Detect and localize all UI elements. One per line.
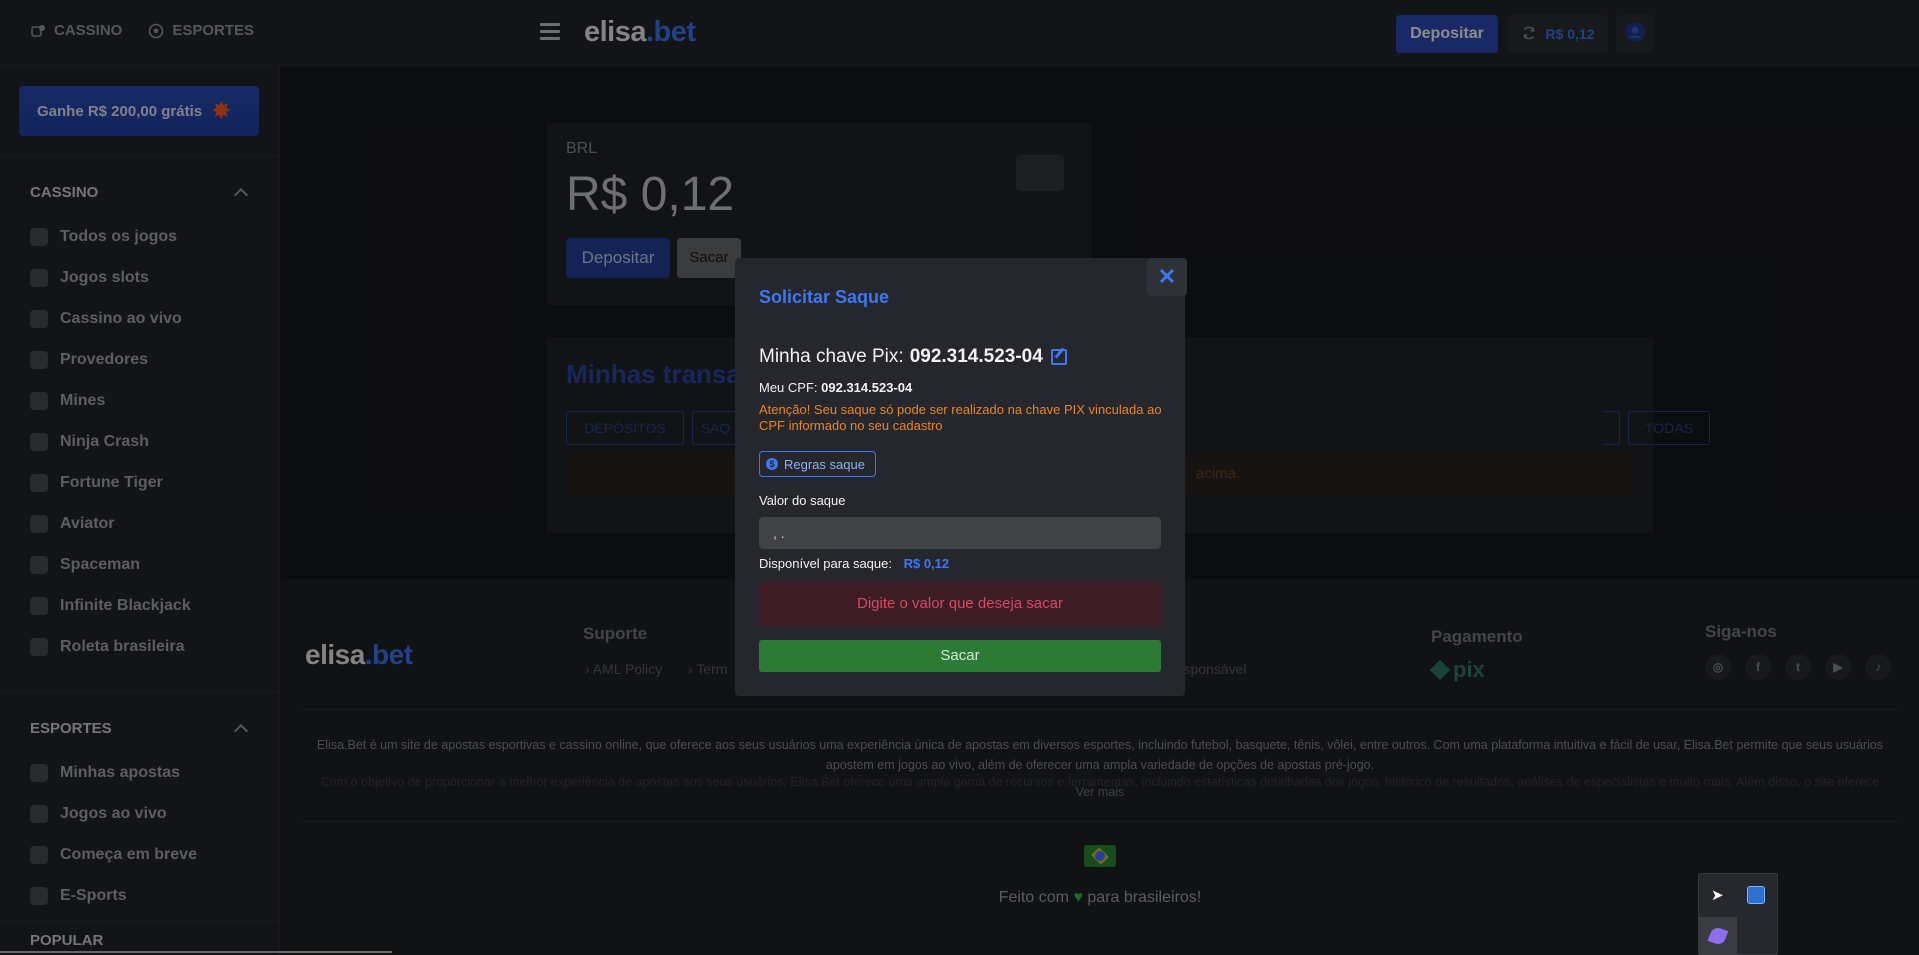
pix-key-label: Minha chave Pix:	[759, 346, 904, 367]
pix-warning: Atenção! Seu saque só pode ser realizado…	[759, 402, 1162, 433]
cpf-row: Meu CPF: 092.314.523-04	[759, 380, 912, 395]
available-value: R$ 0,12	[903, 556, 950, 571]
withdraw-rules-button[interactable]: $ Regras saque	[759, 451, 876, 477]
amount-error: Digite o valor que deseja sacar	[759, 582, 1161, 626]
modal-title: Solicitar Saque	[759, 287, 890, 307]
withdraw-rules-label: Regras saque	[784, 456, 865, 472]
cpf-label: Meu CPF:	[759, 380, 818, 395]
telegram-icon[interactable]: ➤	[1711, 886, 1731, 906]
app-icon[interactable]	[1747, 886, 1765, 904]
floating-widget: ➤	[1698, 873, 1778, 955]
pix-key-value: 092.314.523-04	[909, 346, 1043, 367]
amount-label: Valor do saque	[759, 493, 846, 508]
edit-icon[interactable]	[1050, 349, 1067, 365]
amount-input[interactable]	[759, 517, 1161, 549]
withdraw-submit-button[interactable]: Sacar	[759, 640, 1161, 672]
available-row: Disponível para saque: R$ 0,12	[759, 556, 949, 571]
withdraw-modal: Solicitar Saque Minha chave Pix: 092.314…	[735, 258, 1185, 696]
feather-icon[interactable]	[1699, 917, 1737, 955]
close-icon[interactable]: ✕	[1147, 258, 1187, 296]
info-icon: $	[766, 458, 778, 470]
cpf-value: 092.314.523-04	[821, 380, 913, 395]
pix-key-row: Minha chave Pix: 092.314.523-04	[759, 346, 1067, 368]
available-label: Disponível para saque:	[759, 556, 892, 571]
